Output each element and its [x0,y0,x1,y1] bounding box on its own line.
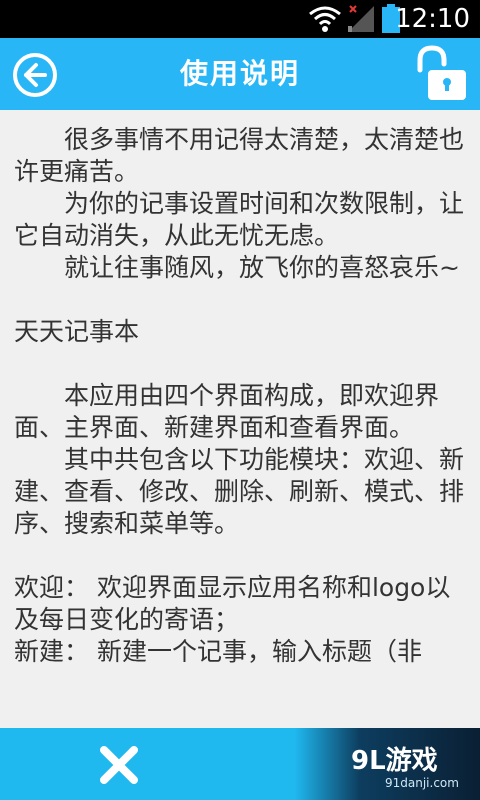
watermark-url: 91danji.com [385,776,459,790]
body-line: 天天记事本 [14,317,140,346]
screen: 12:10 使用说明 很多事情不用记得太清楚，太清楚也许更痛苦。 为你的记事设置时… [0,0,480,800]
body-line: 欢迎： 欢迎界面显示应用名称和logo以及每日变化的寄语； [14,573,451,634]
watermark-logo: 9L游戏 [351,746,438,776]
body-line: 新建： 新建一个记事，输入标题（非 [14,637,422,666]
body-paragraph: 很多事情不用记得太清楚，太清楚也许更痛苦。 [14,125,465,186]
app-header: 使用说明 [0,38,480,110]
body-paragraph: 就让往事随风，放飞你的喜怒哀乐~ [64,253,460,282]
instructions-content[interactable]: 很多事情不用记得太清楚，太清楚也许更痛苦。 为你的记事设置时间和次数限制，让它自动… [0,110,480,728]
body-paragraph: 其中共包含以下功能模块：欢迎、新建、查看、修改、删除、刷新、模式、排序、搜索和菜… [14,445,465,538]
unlock-icon[interactable] [410,44,470,104]
status-time: 12:10 [395,4,470,34]
watermark: 9L游戏 91danji.com [295,728,480,800]
wifi-icon [308,4,342,38]
body-paragraph: 为你的记事设置时间和次数限制，让它自动消失，从此无忧无虑。 [14,189,465,250]
signal-icon [346,4,376,38]
bottom-bar: 9L游戏 91danji.com [0,728,480,800]
body-paragraph: 本应用由四个界面构成，即欢迎界面、主界面、新建界面和查看界面。 [14,381,440,442]
status-bar: 12:10 [0,0,480,38]
close-icon[interactable] [98,744,140,786]
page-title: 使用说明 [179,57,300,90]
instructions-text: 很多事情不用记得太清楚，太清楚也许更痛苦。 为你的记事设置时间和次数限制，让它自动… [0,110,480,668]
